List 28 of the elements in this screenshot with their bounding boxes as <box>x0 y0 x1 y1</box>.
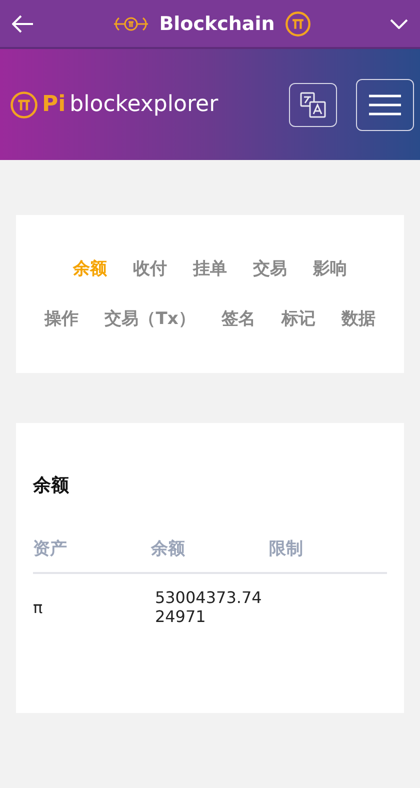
card-title: 余额 <box>33 474 70 497</box>
column-header: 资产 <box>33 538 68 560</box>
chevron-down-icon[interactable] <box>390 18 408 28</box>
tab[interactable]: 影响 <box>313 255 347 283</box>
page-title: Blockchain <box>159 12 275 34</box>
tab[interactable]: 收付 <box>133 255 167 283</box>
table-cell-text: 53004373.7424971 <box>154 588 263 626</box>
translate-icon <box>299 90 327 118</box>
back-icon[interactable] <box>12 14 34 32</box>
tab[interactable]: 操作 <box>44 305 79 333</box>
menu-icon <box>369 94 401 116</box>
chain-icon <box>113 16 150 32</box>
logo-text: blockexplorer <box>70 92 218 117</box>
tab[interactable]: 余额 <box>73 255 107 283</box>
translate-button[interactable] <box>289 82 337 126</box>
column-header: 余额 <box>151 538 186 560</box>
tab[interactable]: 签名 <box>221 305 256 333</box>
column-header: 限制 <box>269 538 304 560</box>
pi-coin-icon <box>284 10 311 36</box>
tab[interactable]: 挂单 <box>193 255 227 283</box>
tab[interactable]: 标记 <box>281 305 316 333</box>
tab[interactable]: 交易 <box>253 255 287 283</box>
tab[interactable]: 数据 <box>341 305 376 333</box>
tab[interactable]: 交易（Tx） <box>104 305 196 333</box>
table-cell-text: π <box>33 598 44 616</box>
pi-coin-icon <box>10 90 38 118</box>
menu-button[interactable] <box>356 78 414 130</box>
logo-prefix: Pi <box>42 92 66 117</box>
